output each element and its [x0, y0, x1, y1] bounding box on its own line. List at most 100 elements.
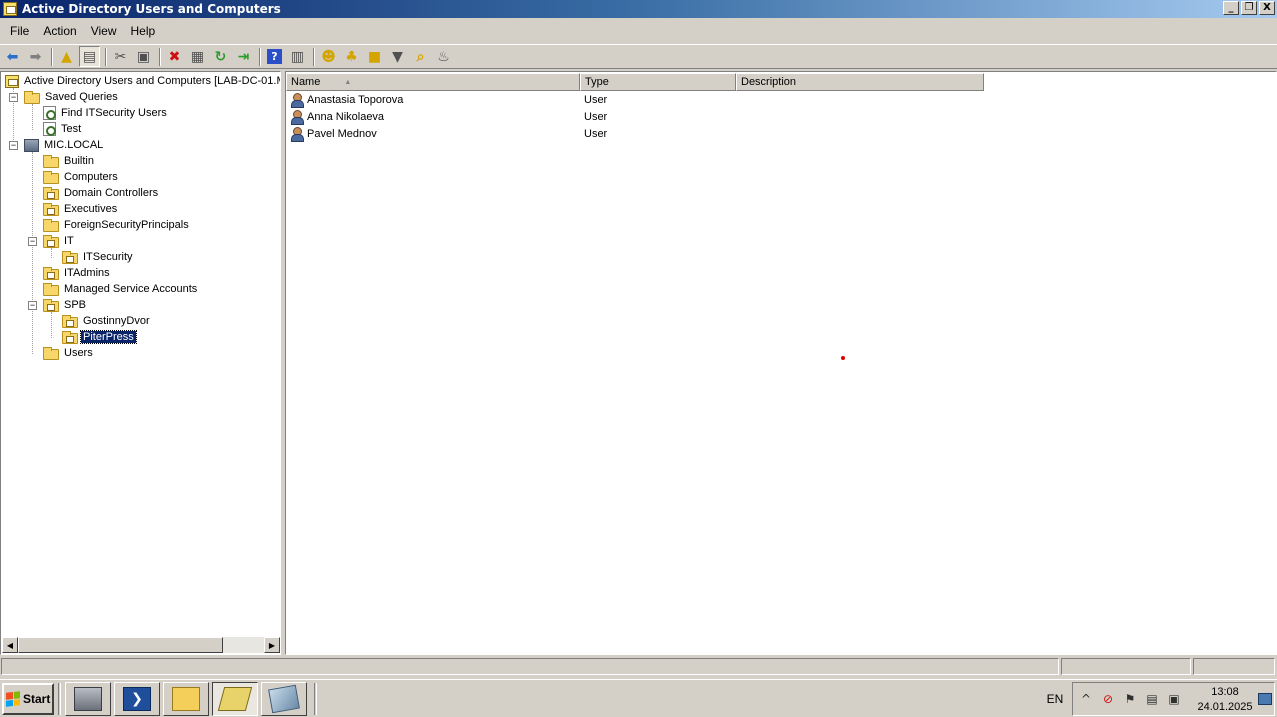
user-icon	[290, 92, 304, 108]
column-header-type[interactable]: Type	[580, 73, 736, 91]
taskbar-notepad[interactable]	[261, 681, 307, 716]
aduc-root-icon	[5, 74, 19, 88]
ou-icon	[43, 186, 59, 200]
show-action-pane-icon[interactable]: ▥	[287, 46, 308, 67]
ou-icon	[62, 250, 78, 264]
tree-item-foreign-security-principals[interactable]: ForeignSecurityPrincipals	[43, 217, 191, 233]
clock[interactable]: 13:08 24.01.2025	[1191, 685, 1259, 715]
ou-icon	[62, 330, 78, 344]
tree-item-label: Executives	[64, 203, 118, 215]
scroll-thumb[interactable]	[18, 637, 223, 653]
show-console-tree-icon[interactable]: ▤	[79, 46, 100, 67]
up-folder-icon[interactable]: ▲	[56, 46, 77, 67]
status-pane-secondary	[1061, 658, 1191, 675]
volume-muted-icon[interactable]: ⊘	[1099, 690, 1117, 708]
filter-icon[interactable]: ▼	[387, 46, 408, 67]
collapse-saved-queries-toggle[interactable]: −	[9, 93, 18, 102]
tree-item-managed-service-accounts[interactable]: Managed Service Accounts	[43, 281, 199, 297]
show-desktop-icon[interactable]	[1258, 693, 1272, 705]
taskbar-aduc[interactable]	[212, 681, 258, 716]
tree-item-computers[interactable]: Computers	[43, 169, 120, 185]
tree-item-it[interactable]: IT	[43, 233, 76, 249]
export-list-icon[interactable]: ⇥	[233, 46, 254, 67]
collapse-domain-toggle[interactable]: −	[9, 141, 18, 150]
collapse-it-toggle[interactable]: −	[28, 237, 37, 246]
properties-icon[interactable]: ▦	[187, 46, 208, 67]
console-tree[interactable]: Active Directory Users and Computers [LA…	[0, 71, 281, 655]
new-ou-icon[interactable]: ■	[364, 46, 385, 67]
paste-icon[interactable]: ▣	[133, 46, 154, 67]
refresh-icon[interactable]: ↻	[210, 46, 231, 67]
tree-item-saved-queries[interactable]: Saved Queries	[24, 89, 120, 105]
device-icon[interactable]: ▣	[1165, 690, 1183, 708]
user-icon	[290, 126, 304, 142]
folder-icon	[43, 282, 59, 296]
back-icon[interactable]: ⬅	[2, 46, 23, 67]
tree-item-domain[interactable]: MIC.LOCAL	[24, 137, 105, 153]
cut-icon[interactable]: ✂	[110, 46, 131, 67]
taskbar-windows-explorer[interactable]	[163, 681, 209, 716]
action-center-flag-icon[interactable]: ⚑	[1121, 690, 1139, 708]
new-group-icon[interactable]: ♣	[341, 46, 362, 67]
tree-item-spb[interactable]: SPB	[43, 297, 88, 313]
tree-item-domain-controllers[interactable]: Domain Controllers	[43, 185, 160, 201]
toolbar-separator	[259, 47, 261, 66]
tree-horizontal-scrollbar[interactable]: ◀ ▶	[2, 637, 280, 653]
user-name: Anastasia Toporova	[307, 93, 404, 106]
menu-action[interactable]: Action	[36, 22, 83, 40]
user-name: Pavel Mednov	[307, 127, 377, 140]
table-row[interactable]: Anna Nikolaeva User	[286, 108, 736, 125]
close-button[interactable]: X	[1259, 1, 1275, 15]
start-button[interactable]: Start	[2, 682, 54, 715]
folder-icon	[43, 170, 59, 184]
aduc-app-icon[interactable]	[3, 2, 17, 16]
taskbar-separator	[314, 682, 317, 715]
new-user-icon[interactable]: ☻	[318, 46, 339, 67]
tree-item-itsecurity[interactable]: ITSecurity	[62, 249, 135, 265]
network-icon[interactable]: ▤	[1143, 690, 1161, 708]
toolbar-separator	[313, 47, 315, 66]
taskbar-powershell[interactable]: ❯	[114, 681, 160, 716]
add-to-group-icon[interactable]: ♨	[433, 46, 454, 67]
ou-icon	[43, 298, 59, 312]
show-hidden-icons-icon[interactable]: ^	[1077, 690, 1095, 708]
tree-item-users[interactable]: Users	[43, 345, 95, 361]
details-list[interactable]: Name ▲ Type Description Anastasia Toporo…	[285, 71, 1277, 655]
column-header-description[interactable]: Description	[736, 73, 984, 91]
help-icon[interactable]: ?	[264, 46, 285, 67]
tree-item-itadmins[interactable]: ITAdmins	[43, 265, 112, 281]
tree-item-piterpress[interactable]: PiterPress	[62, 329, 137, 345]
ou-icon	[62, 314, 78, 328]
tree-item-find-itsecurity-users[interactable]: Find ITSecurity Users	[43, 105, 169, 121]
menu-help[interactable]: Help	[124, 22, 163, 40]
column-header-label: Name	[291, 76, 321, 88]
tree-item-gostinnydvor[interactable]: GostinnyDvor	[62, 313, 152, 329]
scroll-right-icon[interactable]: ▶	[264, 637, 280, 653]
tree-item-test[interactable]: Test	[43, 121, 83, 137]
title-bar[interactable]: Active Directory Users and Computers _ ❐…	[0, 0, 1277, 18]
tree-root[interactable]: Active Directory Users and Computers [LA…	[5, 73, 280, 89]
toolbar-separator	[51, 47, 53, 66]
red-dot-marker	[841, 356, 845, 360]
forward-icon[interactable]: ➡	[25, 46, 46, 67]
menu-file[interactable]: File	[3, 22, 36, 40]
scroll-track[interactable]	[223, 637, 264, 653]
find-icon[interactable]: ⌕	[410, 46, 431, 67]
tree-item-label: ITSecurity	[83, 251, 133, 263]
tree-item-builtin[interactable]: Builtin	[43, 153, 96, 169]
table-row[interactable]: Pavel Mednov User	[286, 125, 736, 142]
collapse-spb-toggle[interactable]: −	[28, 301, 37, 310]
column-header-name[interactable]: Name ▲	[286, 73, 580, 91]
minimize-button[interactable]: _	[1223, 1, 1239, 15]
tree-line	[51, 248, 52, 258]
status-bar	[0, 658, 1277, 676]
tree-item-executives[interactable]: Executives	[43, 201, 119, 217]
scroll-left-icon[interactable]: ◀	[2, 637, 18, 653]
delete-icon[interactable]: ✖	[164, 46, 185, 67]
menu-view[interactable]: View	[84, 22, 124, 40]
language-indicator[interactable]: EN	[1040, 686, 1070, 712]
table-row[interactable]: Anastasia Toporova User	[286, 91, 736, 108]
taskbar-server-manager[interactable]	[65, 681, 111, 716]
tree-item-label: ITAdmins	[64, 267, 110, 279]
restore-button[interactable]: ❐	[1241, 1, 1257, 15]
